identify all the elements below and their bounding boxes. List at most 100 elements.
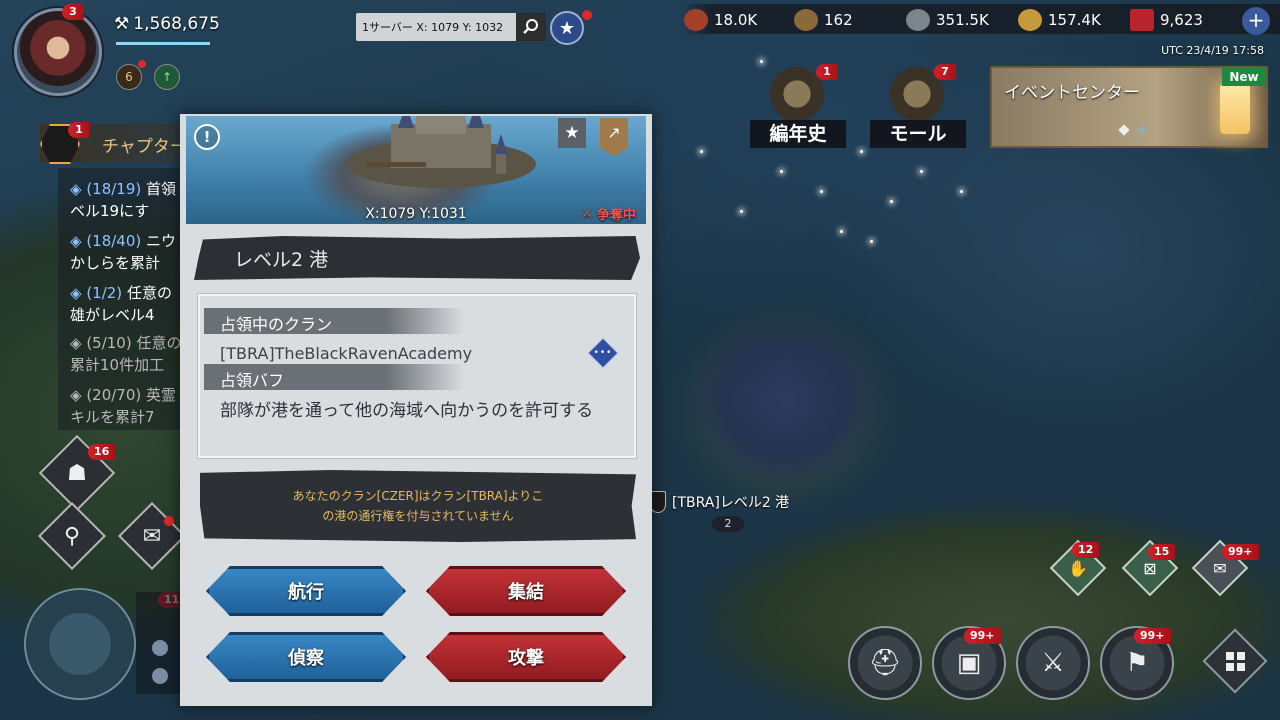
carousel-dots bbox=[1118, 124, 1148, 136]
occupation-buff-label: 占領バフ bbox=[220, 371, 285, 390]
resource-value: 18.0K bbox=[714, 11, 758, 29]
resource-gold[interactable]: 157.4K bbox=[1018, 8, 1101, 32]
chapter-label: チャプター bbox=[102, 137, 187, 157]
carousel-dot bbox=[1136, 124, 1148, 136]
notification-dot bbox=[582, 10, 592, 20]
share-icon: ↗ bbox=[607, 123, 621, 142]
crystal-icon bbox=[1130, 9, 1154, 31]
quest-text: 任意の bbox=[126, 284, 172, 302]
quest-text: 任意の bbox=[136, 334, 182, 352]
notification-dot bbox=[138, 60, 146, 68]
quest-progress: (20/70) bbox=[86, 386, 142, 404]
popup-title: レベル2 港 bbox=[234, 249, 329, 271]
alliance-scroll-badge: 15 bbox=[1148, 544, 1176, 560]
gold-icon bbox=[1018, 9, 1042, 31]
occupation-buff-text: 部隊が港を通って他の海域へ向かうのを許可する bbox=[220, 401, 594, 421]
clan-details-button[interactable]: ••• bbox=[587, 337, 619, 369]
inventory-badge: 99+ bbox=[964, 628, 1001, 644]
quest-text: 英霊 bbox=[146, 386, 177, 404]
quest-item[interactable]: ◈ (18/40) ニウ かしらを累計 bbox=[70, 230, 176, 274]
quest-progress: (5/10) bbox=[86, 334, 132, 352]
magnifier-icon: ⚲ bbox=[63, 523, 81, 549]
port-info-popup: ! ★ ↗ X:1079 Y:1031 ⚔ 争奪中 レベル2 港 占領中のクラン… bbox=[180, 114, 652, 706]
quest-list: ◈ (18/19) 首領 ベル19にす ◈ (18/40) ニウ かしらを累計 ◈ … bbox=[58, 168, 190, 430]
resource-wood[interactable]: 162 bbox=[794, 8, 853, 32]
upgrade-arrow-icon[interactable]: ↑ bbox=[154, 64, 180, 90]
star-icon: ★ bbox=[558, 17, 576, 39]
quest-text: ベル19にす bbox=[70, 202, 150, 220]
crossed-tools-icon: ⚒ bbox=[114, 14, 130, 34]
chapter-badge: 1 bbox=[68, 122, 90, 138]
bookmark-location-button[interactable]: ★ bbox=[558, 118, 586, 148]
contest-status: ⚔ 争奪中 bbox=[581, 204, 636, 223]
resource-meat[interactable]: 18.0K bbox=[684, 8, 757, 32]
quest-item[interactable]: ◈ (20/70) 英霊 キルを累計7 bbox=[70, 384, 176, 428]
quest-text: 雄がレベル4 bbox=[70, 306, 155, 324]
resource-value: 351.5K bbox=[936, 11, 989, 29]
scout-button[interactable]: 偵察 bbox=[206, 632, 406, 682]
resource-iron[interactable]: 351.5K bbox=[906, 8, 989, 32]
occupying-clan-label: 占領中のクラン bbox=[220, 315, 333, 334]
warning-band: あなたのクラン[CZER]はクラン[TBRA]よりこの港の通行権を付与されていま… bbox=[200, 470, 636, 542]
mail-badge: 99+ bbox=[1222, 544, 1259, 560]
bookmark-button[interactable]: ★ bbox=[550, 11, 584, 45]
resource-value: 157.4K bbox=[1048, 11, 1101, 29]
rally-button[interactable]: 集結 bbox=[426, 566, 626, 616]
chest-icon: ▣ bbox=[956, 648, 982, 678]
quest-item[interactable]: ◈ (1/2) 任意の 雄がレベル4 bbox=[70, 282, 172, 326]
globe-icon bbox=[152, 640, 168, 656]
quest-progress: (18/40) bbox=[86, 232, 142, 250]
attack-button[interactable]: 攻撃 bbox=[426, 632, 626, 682]
quest-item[interactable]: ◈ (5/10) 任意の 累計10件加工 bbox=[70, 332, 182, 376]
add-resources-button[interactable]: + bbox=[1242, 7, 1270, 35]
helmet-icon: ⛑ bbox=[868, 648, 902, 678]
level-badge-value: 6 bbox=[125, 70, 133, 84]
contest-status-text: 争奪中 bbox=[596, 208, 636, 223]
coordinate-search-bar[interactable]: 1サーバー X: 1079 Y: 1032 bbox=[356, 13, 546, 41]
alliance-help-badge: 12 bbox=[1072, 542, 1100, 558]
quest-text: かしらを累計 bbox=[70, 254, 161, 272]
quest-progress: (1/2) bbox=[86, 284, 123, 302]
power-bar bbox=[116, 42, 210, 45]
player-avatar[interactable] bbox=[14, 8, 102, 96]
plus-icon: + bbox=[1247, 8, 1265, 32]
scout-button-label: 偵察 bbox=[288, 648, 324, 669]
chapter-header[interactable]: チャプター bbox=[40, 124, 190, 164]
sail-button[interactable]: 航行 bbox=[206, 566, 406, 616]
sword-icon: ⚔ bbox=[1041, 648, 1065, 678]
passage-warning-text: あなたのクラン[CZER]はクラン[TBRA]よりこの港の通行権を付与されていま… bbox=[292, 489, 544, 523]
resource-crystal[interactable]: 9,623 bbox=[1130, 8, 1203, 32]
quest-text: 首領 bbox=[146, 180, 177, 198]
carousel-dot bbox=[1118, 124, 1130, 136]
search-icon bbox=[523, 19, 538, 34]
new-tag: New bbox=[1222, 68, 1266, 86]
info-button[interactable]: ! bbox=[194, 124, 220, 150]
clan-shield-icon bbox=[650, 491, 666, 513]
map-port-label[interactable]: [TBRA]レベル2 港 bbox=[650, 488, 789, 516]
map-port-name: [TBRA]レベル2 港 bbox=[672, 495, 790, 511]
alliance-emblem-button[interactable] bbox=[24, 588, 136, 700]
occupying-clan-name: [TBRA]TheBlackRavenAcademy bbox=[220, 344, 473, 363]
alliance-war-button[interactable]: ⚔ bbox=[1016, 626, 1090, 700]
iron-icon bbox=[906, 9, 930, 31]
chronicle-badge: 1 bbox=[816, 64, 838, 80]
mall-badge: 7 bbox=[934, 64, 956, 80]
castle-island-illustration bbox=[346, 116, 536, 188]
resource-value: 9,623 bbox=[1160, 11, 1203, 29]
mall-label: モール bbox=[870, 120, 966, 148]
search-button[interactable] bbox=[516, 13, 546, 41]
occupation-info-box: 占領中のクラン [TBRA]TheBlackRavenAcademy ••• 占… bbox=[197, 293, 637, 459]
share-button[interactable]: ↗ bbox=[600, 118, 628, 156]
popup-title-band: レベル2 港 bbox=[194, 236, 640, 280]
wood-icon bbox=[794, 9, 818, 31]
hero-button[interactable]: ⛑ bbox=[848, 626, 922, 700]
candle-icon bbox=[1220, 84, 1250, 134]
more-dots-icon: ••• bbox=[593, 348, 613, 358]
level-badge[interactable]: 6 bbox=[116, 64, 142, 90]
event-center-banner[interactable]: イベントセンター New bbox=[990, 66, 1268, 148]
section-header: 占領中のクラン bbox=[204, 308, 464, 334]
chronicle-label: 編年史 bbox=[750, 120, 846, 148]
quest-item[interactable]: ◈ (18/19) 首領 ベル19にす bbox=[70, 178, 176, 222]
quest-text: ニウ bbox=[146, 232, 177, 250]
star-icon: ★ bbox=[564, 123, 580, 143]
